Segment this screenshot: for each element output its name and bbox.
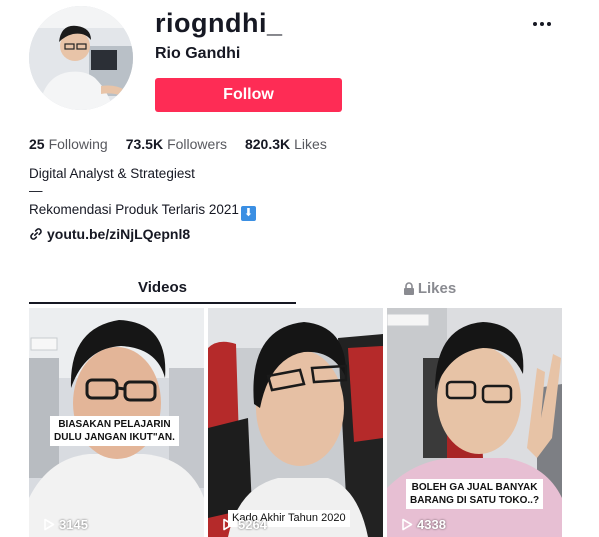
video-grid: BIASAKAN PELAJARIN DULU JANGAN IKUT"AN. …: [29, 308, 563, 537]
stat-following-count: 25: [29, 136, 45, 152]
view-count: 3145: [43, 517, 88, 532]
stat-following[interactable]: 25 Following: [29, 136, 108, 152]
bio-line-1: Digital Analyst & Strategiest: [29, 166, 195, 181]
follow-button[interactable]: Follow: [155, 78, 342, 112]
stat-following-label: Following: [48, 136, 108, 152]
bio-link-text: youtu.be/ziNjLQepnl8: [47, 226, 191, 242]
video-caption-line: BOLEH GA JUAL BANYAK: [411, 482, 538, 493]
more-options-icon[interactable]: [528, 14, 556, 34]
view-count: 5264: [222, 517, 267, 532]
video-card[interactable]: BOLEH GA JUAL BANYAK BARANG DI SATU TOKO…: [387, 308, 562, 537]
profile-avatar[interactable]: [29, 6, 133, 110]
display-name: Rio Gandhi: [155, 45, 241, 62]
stat-likes-label: Likes: [294, 136, 327, 152]
avatar-photo: [29, 6, 133, 110]
lock-icon: [403, 281, 414, 295]
stat-likes: 820.3K Likes: [245, 136, 327, 152]
video-caption: BIASAKAN PELAJARIN DULU JANGAN IKUT"AN.: [50, 416, 179, 446]
tab-videos-label: Videos: [138, 278, 187, 296]
stat-likes-count: 820.3K: [244, 136, 291, 152]
tab-likes[interactable]: Likes: [296, 272, 563, 304]
profile-tabs: Videos Likes: [29, 272, 563, 304]
dot: [547, 22, 551, 26]
play-icon: [223, 518, 234, 531]
tab-likes-label: Likes: [417, 279, 457, 297]
video-card[interactable]: Kado Akhir Tahun 2020 5264: [208, 308, 383, 537]
profile-stats: 25 Following 73.5K Followers 820.3K Likes: [29, 136, 327, 152]
video-caption-line: BIASAKAN PELAJARIN: [58, 419, 171, 430]
video-caption: BOLEH GA JUAL BANYAK BARANG DI SATU TOKO…: [406, 479, 544, 509]
view-count-value: 5264: [238, 517, 267, 532]
video-caption-line: BARANG DI SATU TOKO..?: [410, 495, 540, 506]
bio-line-2: —: [29, 183, 43, 198]
username: riogndhi_: [155, 8, 283, 38]
video-card[interactable]: BIASAKAN PELAJARIN DULU JANGAN IKUT"AN. …: [29, 308, 204, 537]
dot: [533, 22, 537, 26]
link-icon: [30, 228, 42, 240]
play-icon: [44, 518, 55, 531]
view-count: 4338: [401, 517, 446, 532]
play-icon: [402, 518, 413, 531]
stat-followers[interactable]: 73.5K Followers: [126, 136, 227, 152]
video-thumbnail-2: [208, 308, 383, 537]
video-caption-line: DULU JANGAN IKUT"AN.: [54, 432, 175, 443]
view-count-value: 4338: [417, 517, 446, 532]
view-count-value: 3145: [59, 517, 88, 532]
bio-link[interactable]: youtu.be/ziNjLQepnl8: [29, 226, 190, 242]
dot: [540, 22, 544, 26]
bio-line-3: Rekomendasi Produk Terlaris 2021 ⬇: [29, 201, 256, 221]
stat-followers-count: 73.5K: [125, 136, 164, 152]
down-arrow-emoji-icon: ⬇: [240, 206, 256, 221]
tab-videos[interactable]: Videos: [29, 272, 296, 304]
bio-line-3-text: Rekomendasi Produk Terlaris 2021: [29, 202, 239, 217]
stat-followers-label: Followers: [167, 136, 227, 152]
